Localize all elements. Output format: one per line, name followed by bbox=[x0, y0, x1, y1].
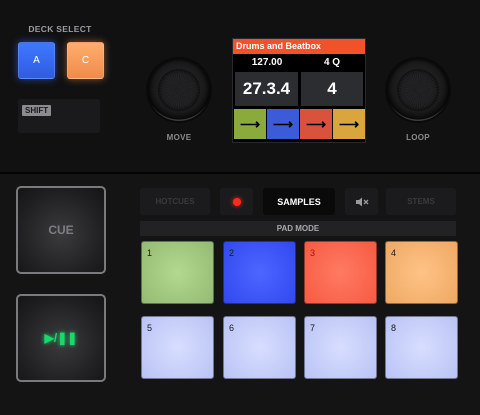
pad-1[interactable]: 1 bbox=[141, 241, 214, 304]
pad-number: 6 bbox=[229, 323, 235, 333]
track-title: Drums and Beatbox bbox=[233, 39, 365, 54]
deck-c-label: C bbox=[81, 55, 90, 66]
mute-icon bbox=[355, 197, 368, 206]
position-value: 27.3.4 bbox=[242, 79, 291, 98]
pad-number: 8 bbox=[391, 323, 397, 333]
hotcues-button[interactable]: HOTCUES bbox=[140, 188, 210, 215]
play-pause-icon: ▶/❚❚ bbox=[44, 331, 78, 345]
cue-label: CUE bbox=[48, 223, 74, 237]
pad-mode-label: PAD MODE bbox=[140, 221, 456, 236]
cue-button[interactable]: CUE bbox=[16, 186, 106, 274]
arrow-right-icon: ⟶ bbox=[272, 115, 294, 132]
strip-3: ⟶ bbox=[300, 109, 332, 139]
pad-number: 7 bbox=[310, 323, 316, 333]
loop-size-value: 4 Q bbox=[323, 57, 341, 68]
strip-2: ⟶ bbox=[267, 109, 299, 139]
stems-label: STEMS bbox=[407, 197, 435, 206]
pad-number: 4 bbox=[391, 248, 397, 258]
loop-label: LOOP bbox=[406, 133, 430, 142]
record-button[interactable] bbox=[220, 188, 253, 215]
shift-label: SHIFT bbox=[22, 105, 52, 116]
pad-4[interactable]: 4 bbox=[385, 241, 458, 304]
mute-button[interactable] bbox=[345, 188, 378, 215]
pad-number: 1 bbox=[147, 248, 153, 258]
pad-7[interactable]: 7 bbox=[304, 316, 377, 379]
deck-select-label: DECK SELECT bbox=[28, 24, 92, 34]
samples-label: SAMPLES bbox=[277, 196, 321, 207]
stems-button[interactable]: STEMS bbox=[386, 188, 456, 215]
bpm-value: 127.00 bbox=[251, 57, 283, 68]
pad-5[interactable]: 5 bbox=[141, 316, 214, 379]
pad-number: 3 bbox=[310, 248, 316, 258]
strip-4: ⟶ bbox=[333, 109, 365, 139]
pad-number: 5 bbox=[147, 323, 153, 333]
pad-number: 2 bbox=[229, 248, 235, 258]
pad-8[interactable]: 8 bbox=[385, 316, 458, 379]
strip-1: ⟶ bbox=[234, 109, 266, 139]
record-icon bbox=[232, 197, 241, 206]
loop-big-value: 4 bbox=[327, 79, 337, 98]
move-knob[interactable] bbox=[148, 59, 210, 121]
shift-button[interactable]: SHIFT bbox=[18, 99, 100, 133]
deck-a-button[interactable]: A bbox=[18, 42, 55, 79]
pad-3[interactable]: 3 bbox=[304, 241, 377, 304]
hotcues-label: HOTCUES bbox=[155, 197, 195, 206]
arrow-right-icon: ⟶ bbox=[239, 115, 261, 132]
pad-6[interactable]: 6 bbox=[223, 316, 296, 379]
arrow-right-icon: ⟶ bbox=[305, 115, 327, 132]
deck-c-button[interactable]: C bbox=[67, 42, 104, 79]
arrow-right-icon: ⟶ bbox=[338, 115, 360, 132]
samples-button[interactable]: SAMPLES bbox=[263, 188, 335, 215]
deck-display: Drums and Beatbox 127.00 4 Q 27.3.4 4 ⟶ … bbox=[232, 38, 366, 143]
play-pause-button[interactable]: ▶/❚❚ bbox=[16, 294, 106, 382]
deck-a-label: A bbox=[33, 55, 40, 66]
loop-knob[interactable] bbox=[387, 59, 449, 121]
move-label: MOVE bbox=[166, 133, 192, 142]
pad-2[interactable]: 2 bbox=[223, 241, 296, 304]
